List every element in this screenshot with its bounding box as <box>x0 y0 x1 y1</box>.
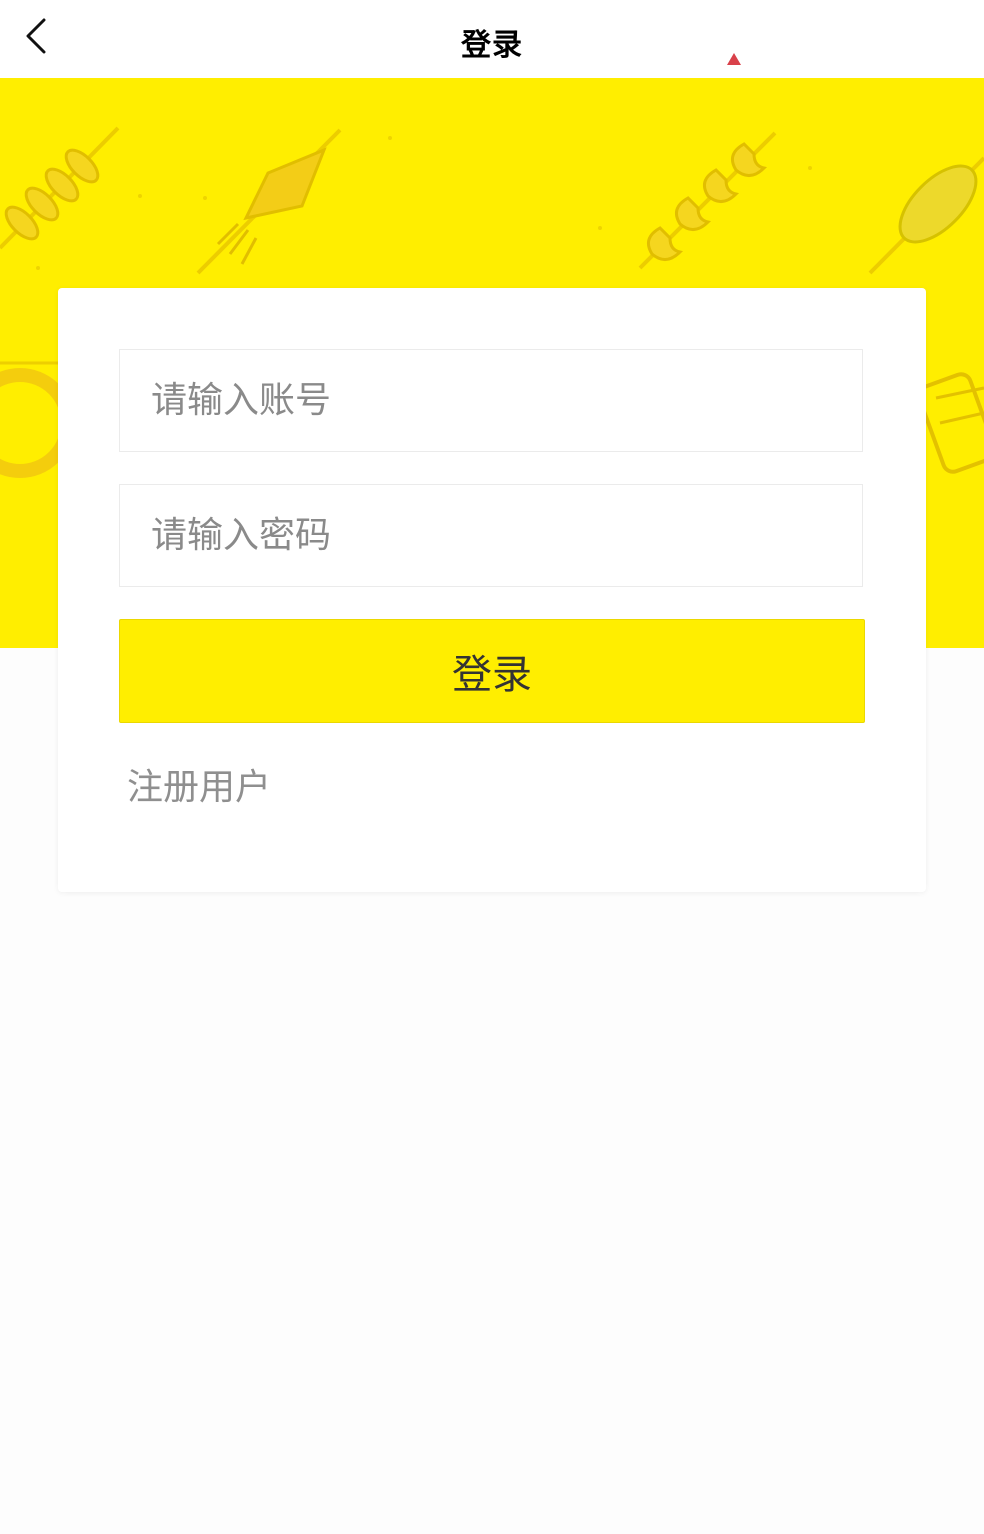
account-field <box>119 349 863 452</box>
login-card: 登录 注册用户 <box>58 288 926 892</box>
register-link[interactable]: 注册用户 <box>127 758 271 810</box>
password-field <box>119 484 863 587</box>
triangle-up-icon <box>727 53 741 65</box>
password-input[interactable] <box>120 485 862 586</box>
login-page: 登录 请输入账号 登录 注册用户 <box>0 0 984 1534</box>
login-button[interactable]: 登录 <box>119 619 865 723</box>
navigation-bar: 登录 <box>0 0 984 78</box>
account-input[interactable] <box>120 350 862 451</box>
page-title: 登录 <box>461 28 523 63</box>
indicator <box>700 40 768 78</box>
